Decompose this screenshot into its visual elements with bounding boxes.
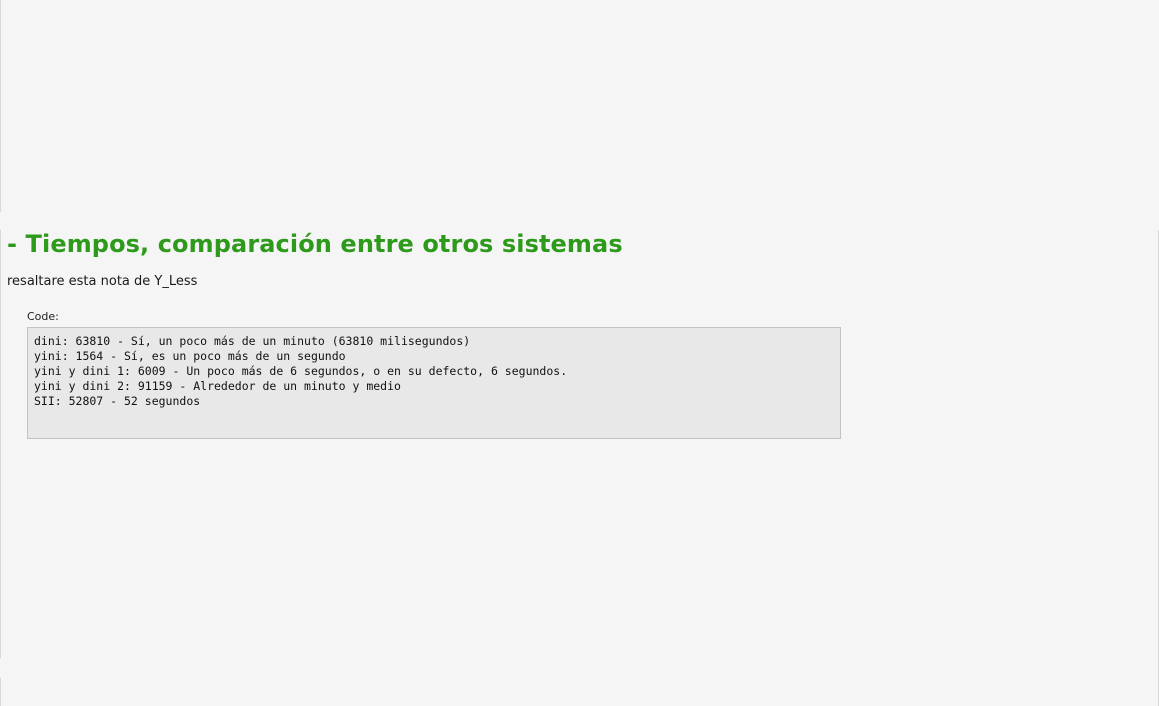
post-text: resaltare esta nota de Y_Less <box>7 274 198 289</box>
code-line: dini: 63810 - Sí, un poco más de un minu… <box>34 334 471 348</box>
left-border <box>0 230 1 658</box>
code-line: yini: 1564 - Sí, es un poco más de un se… <box>34 349 346 363</box>
page: - Tiempos, comparación entre otros siste… <box>0 0 1159 706</box>
left-border <box>0 678 1 706</box>
code-line: yini y dini 1: 6009 - Un poco más de 6 s… <box>34 364 568 378</box>
section-heading: - Tiempos, comparación entre otros siste… <box>7 230 623 258</box>
code-label: Code: <box>27 310 59 323</box>
code-block: Code: dini: 63810 - Sí, un poco más de u… <box>27 310 841 439</box>
code-box[interactable]: dini: 63810 - Sí, un poco más de un minu… <box>27 327 841 439</box>
code-line: SII: 52807 - 52 segundos <box>34 394 201 408</box>
left-border <box>0 0 1 212</box>
code-line: yini y dini 2: 91159 - Alrededor de un m… <box>34 379 401 393</box>
post-body: - Tiempos, comparación entre otros siste… <box>7 226 1147 439</box>
